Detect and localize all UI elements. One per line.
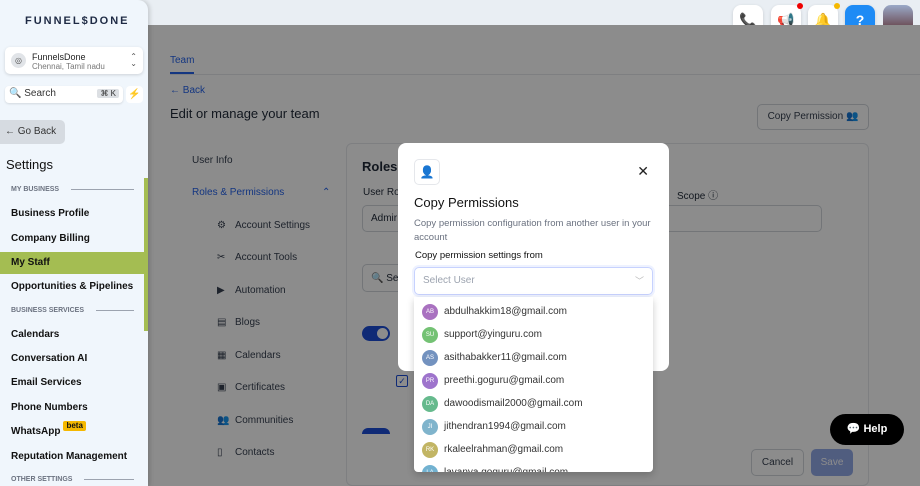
user-option[interactable]: JI jithendran1994@gmail.com xyxy=(414,415,653,438)
modal-title: Copy Permissions xyxy=(414,195,519,210)
user-initials-avatar: LA xyxy=(422,464,438,472)
sidebar-item-conversation-ai[interactable]: Conversation AI xyxy=(0,348,145,370)
sidebar-item-calendars[interactable]: Calendars xyxy=(0,324,145,346)
user-email: rkaleelrahman@gmail.com xyxy=(444,444,564,455)
sidebar-item-business-profile[interactable]: Business Profile xyxy=(0,203,145,225)
sidebar-item-my-staff[interactable]: My Staff xyxy=(0,252,145,274)
beta-badge: beta xyxy=(63,421,86,431)
select-user-dropdown[interactable]: Select User ﹀ xyxy=(414,267,653,295)
location-switcher[interactable]: ◎ FunnelsDone Chennai, Tamil nadu ⌃ ⌄ xyxy=(5,47,143,74)
user-email: lavanya.goguru@gmail.com xyxy=(444,467,568,472)
user-email: support@yinguru.com xyxy=(444,329,542,340)
sidebar-item-phone-numbers[interactable]: Phone Numbers xyxy=(0,397,145,419)
search-input[interactable]: 🔍 Search ⌘ K xyxy=(5,86,123,103)
user-option[interactable]: PR preethi.goguru@gmail.com xyxy=(414,369,653,392)
user-options-list: AB abdulhakkim18@gmail.com SU support@yingu… xyxy=(414,297,653,472)
user-option[interactable]: RK rkaleelrahman@gmail.com xyxy=(414,438,653,461)
chat-bubble-icon: 💬 xyxy=(846,423,861,435)
modal-description: Copy permission configuration from anoth… xyxy=(414,218,651,243)
user-initials-avatar: PR xyxy=(422,372,438,389)
user-initials-avatar: AB xyxy=(422,303,438,320)
user-initials-avatar: RK xyxy=(422,441,438,458)
section-business-services: BUSINESS SERVICES xyxy=(11,307,134,314)
user-initials-avatar: AS xyxy=(422,349,438,366)
user-email: dawoodismail2000@gmail.com xyxy=(444,398,583,409)
field-label: Copy permission settings from xyxy=(415,250,543,261)
sidebar-item-opportunities[interactable]: Opportunities & Pipelines xyxy=(0,276,145,298)
chevron-updown-icon: ⌃ ⌄ xyxy=(130,52,137,68)
user-option[interactable]: SU support@yinguru.com xyxy=(414,323,653,346)
user-initials-avatar: DA xyxy=(422,395,438,412)
sidebar-item-company-billing[interactable]: Company Billing xyxy=(0,228,145,250)
location-address: Chennai, Tamil nadu xyxy=(32,62,105,71)
go-back-button[interactable]: ← Go Back xyxy=(0,120,65,144)
shortcut-badge: ⌘ K xyxy=(97,89,119,98)
location-name: FunnelsDone xyxy=(32,52,86,62)
user-email: preethi.goguru@gmail.com xyxy=(444,375,565,386)
search-icon: 🔍 xyxy=(9,88,22,99)
user-option[interactable]: AS asithabakker11@gmail.com xyxy=(414,346,653,369)
chevron-down-icon: ﹀ xyxy=(634,276,644,286)
user-copy-icon: 👤 xyxy=(414,159,440,185)
user-option[interactable]: LA lavanya.goguru@gmail.com xyxy=(414,461,653,472)
user-email: abdulhakkim18@gmail.com xyxy=(444,306,567,317)
help-widget-button[interactable]: 💬 Help xyxy=(830,414,904,445)
sidebar-scrollbar[interactable] xyxy=(144,178,148,331)
sidebar-item-email-services[interactable]: Email Services xyxy=(0,372,145,394)
sidebar-item-reputation[interactable]: Reputation Management xyxy=(0,446,145,468)
sidebar: FUNNEL$DONE ◎ FunnelsDone Chennai, Tamil… xyxy=(0,0,148,486)
location-icon: ◎ xyxy=(11,53,26,68)
user-initials-avatar: JI xyxy=(422,418,438,435)
quick-actions-bolt-icon[interactable]: ⚡ xyxy=(126,86,143,103)
user-email: jithendran1994@gmail.com xyxy=(444,421,566,432)
user-email: asithabakker11@gmail.com xyxy=(444,352,567,363)
section-my-business: MY BUSINESS xyxy=(11,186,134,193)
settings-heading: Settings xyxy=(6,157,53,172)
user-option[interactable]: AB abdulhakkim18@gmail.com xyxy=(414,300,653,323)
arrow-left-icon: ← xyxy=(5,126,18,137)
section-other-settings: OTHER SETTINGS xyxy=(11,476,134,483)
close-icon[interactable]: ✕ xyxy=(637,163,649,180)
brand-logo: FUNNEL$DONE xyxy=(25,15,130,27)
user-option[interactable]: DA dawoodismail2000@gmail.com xyxy=(414,392,653,415)
sidebar-item-whatsapp[interactable]: WhatsAppbeta xyxy=(0,421,145,443)
user-initials-avatar: SU xyxy=(422,326,438,343)
